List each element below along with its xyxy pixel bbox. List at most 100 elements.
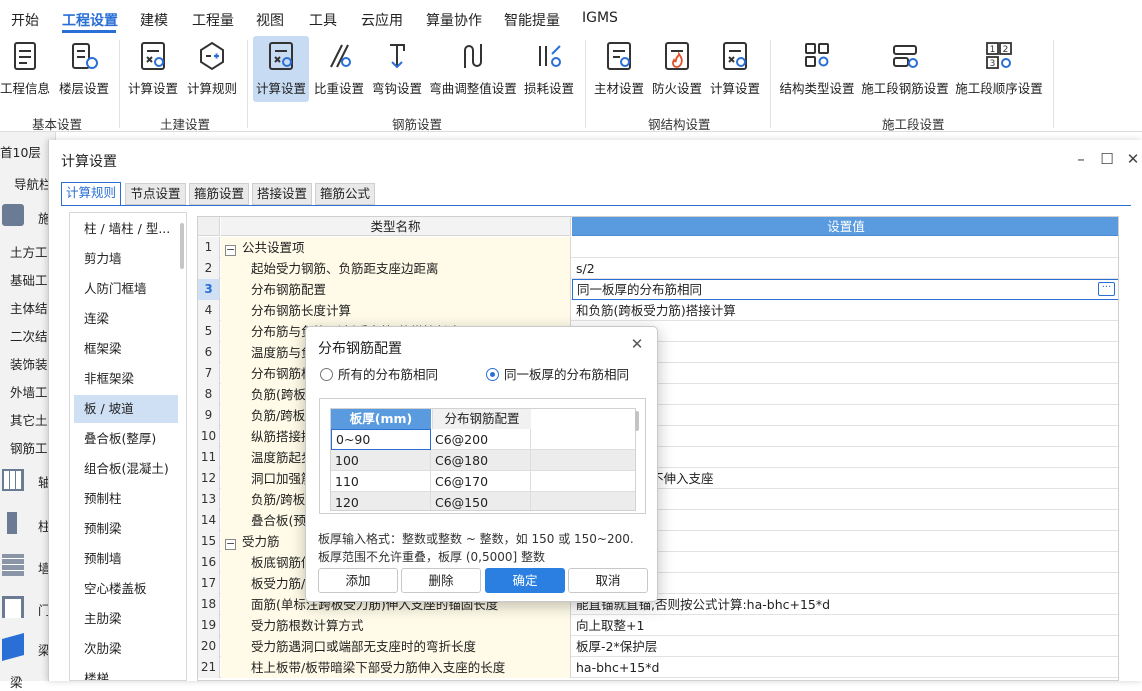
construction-stage-order-button[interactable]: 123 施工段顺序设置 bbox=[953, 36, 1045, 102]
component-item[interactable]: 预制墙 bbox=[74, 545, 178, 573]
thickness-row[interactable]: 100 C6@180 bbox=[331, 450, 635, 471]
loss-settings-button[interactable]: 损耗设置 bbox=[522, 36, 576, 102]
close-button[interactable]: ✕ bbox=[1122, 148, 1142, 170]
thickness-row[interactable]: 0~90 C6@200 bbox=[331, 429, 635, 450]
thickness-table-scrollbar[interactable] bbox=[635, 411, 639, 431]
rebar-config-cell[interactable]: C6@150 bbox=[432, 492, 531, 510]
table-row[interactable]: 3 分布钢筋配置 同一板厚的分布筋相同 ··· bbox=[198, 279, 1118, 300]
setting-value-cell[interactable]: 向上取整+1 bbox=[572, 615, 1118, 636]
menu-project-settings[interactable]: 工程设置 bbox=[62, 10, 118, 30]
tab-stirrup-formula[interactable]: 箍筋公式 bbox=[315, 183, 375, 205]
component-item[interactable]: 预制梁 bbox=[74, 515, 178, 543]
nav-item[interactable]: 钢筋工 bbox=[10, 438, 48, 457]
bend-adjust-settings-button[interactable]: 弯曲调整值设置 bbox=[428, 36, 518, 102]
tab-lap-settings[interactable]: 搭接设置 bbox=[252, 183, 312, 205]
cancel-button[interactable]: 取消 bbox=[568, 568, 648, 593]
menu-active-indicator bbox=[62, 30, 116, 33]
component-item[interactable]: 主肋梁 bbox=[74, 605, 178, 633]
nav-item[interactable]: 主体结 bbox=[10, 298, 48, 317]
menu-cloud[interactable]: 云应用 bbox=[361, 10, 403, 30]
dialog-close-icon[interactable]: ✕ bbox=[627, 334, 647, 354]
project-info-button[interactable]: 工程信息 bbox=[0, 36, 50, 102]
tab-calc-rules[interactable]: 计算规则 bbox=[61, 182, 121, 206]
setting-value-cell[interactable]: 板厚-2*保护层 bbox=[572, 636, 1118, 657]
fireproof-settings-button[interactable]: 防火设置 bbox=[650, 36, 704, 102]
setting-value-cell[interactable]: ha-bhc+15*d bbox=[572, 657, 1118, 678]
civil-calc-settings-button[interactable]: 计算设置 bbox=[126, 36, 180, 102]
tab-node-settings[interactable]: 节点设置 bbox=[125, 183, 186, 205]
component-item[interactable]: 柱 / 墙柱 / 型... bbox=[74, 215, 178, 243]
component-item[interactable]: 叠合板(整厚) bbox=[74, 425, 178, 453]
menu-tools[interactable]: 工具 bbox=[309, 10, 337, 30]
table-row[interactable]: 2 起始受力钢筋、负筋距支座边距离 s/2 bbox=[198, 258, 1118, 279]
component-item[interactable]: 剪力墙 bbox=[74, 245, 178, 273]
component-item[interactable]: 连梁 bbox=[74, 305, 178, 333]
calc-rules-button[interactable]: 计算规则 bbox=[184, 36, 240, 102]
component-item[interactable]: 楼梯 bbox=[74, 665, 178, 680]
thickness-cell[interactable]: 120 bbox=[331, 492, 431, 510]
floor-selector[interactable]: 首10层 bbox=[0, 142, 41, 161]
hook-settings-button[interactable]: 弯钩设置 bbox=[370, 36, 424, 102]
menu-quantity[interactable]: 工程量 bbox=[192, 10, 234, 30]
component-list-scrollbar[interactable] bbox=[180, 223, 184, 269]
thickness-cell[interactable]: 100 bbox=[331, 450, 431, 471]
rebar-calc-settings-button[interactable]: 计算设置 bbox=[253, 36, 309, 102]
rebar-config-cell[interactable]: C6@180 bbox=[432, 450, 531, 471]
nav-item[interactable]: 装饰装 bbox=[10, 354, 48, 373]
menu-view[interactable]: 视图 bbox=[256, 10, 284, 30]
table-row[interactable]: 19 受力筋根数计算方式 向上取整+1 bbox=[198, 615, 1118, 636]
radio-same-thickness[interactable]: 同一板厚的分布筋相同 bbox=[486, 367, 629, 383]
steel-calc-settings-button[interactable]: 计算设置 bbox=[708, 36, 762, 102]
menu-start[interactable]: 开始 bbox=[11, 10, 39, 30]
minimize-button[interactable]: – bbox=[1070, 148, 1092, 170]
rebar-config-cell[interactable]: C6@200 bbox=[432, 429, 531, 450]
tab-stirrup-settings[interactable]: 箍筋设置 bbox=[189, 183, 249, 205]
component-item[interactable]: 预制柱 bbox=[74, 485, 178, 513]
table-row[interactable]: 21 柱上板带/板带暗梁下部受力筋伸入支座的长度 ha-bhc+15*d bbox=[198, 657, 1118, 678]
maximize-button[interactable]: ☐ bbox=[1096, 148, 1118, 170]
menu-modeling[interactable]: 建模 bbox=[140, 10, 168, 30]
menu-igms[interactable]: IGMS bbox=[582, 10, 618, 26]
nav-item[interactable]: 其它土 bbox=[10, 410, 48, 429]
setting-value-cell[interactable]: 和负筋(跨板受力筋)搭接计算 bbox=[572, 300, 1118, 321]
floor-settings-button[interactable]: 楼层设置 bbox=[56, 36, 112, 102]
radio-all-same[interactable]: 所有的分布筋相同 bbox=[320, 367, 438, 383]
nav-item[interactable]: 梁 bbox=[10, 672, 23, 691]
thickness-cell[interactable]: 110 bbox=[331, 471, 431, 492]
nav-item[interactable]: 外墙工 bbox=[10, 382, 48, 401]
table-row[interactable]: 4 分布钢筋长度计算 和负筋(跨板受力筋)搭接计算 bbox=[198, 300, 1118, 321]
rebar-config-cell[interactable]: C6@170 bbox=[432, 471, 531, 492]
ok-button[interactable]: 确定 bbox=[485, 568, 565, 593]
construction-stage-rebar-icon bbox=[893, 45, 918, 68]
component-item[interactable]: 非框架梁 bbox=[74, 365, 178, 393]
thickness-row[interactable]: 120 C6@150 bbox=[331, 492, 635, 510]
menu-smart-extract[interactable]: 智能提量 bbox=[504, 10, 560, 30]
component-item[interactable]: 人防门框墙 bbox=[74, 275, 178, 303]
density-settings-button[interactable]: 比重设置 bbox=[312, 36, 366, 102]
add-button[interactable]: 添加 bbox=[318, 568, 398, 593]
row-number: 21 bbox=[198, 657, 220, 678]
nav-item[interactable]: 基础工 bbox=[10, 270, 48, 289]
thickness-cell[interactable]: 0~90 bbox=[331, 429, 431, 450]
component-item[interactable]: 板 / 坡道 bbox=[74, 395, 178, 423]
setting-value-cell[interactable]: 同一板厚的分布筋相同 ··· bbox=[572, 279, 1118, 300]
construction-stage-rebar-button[interactable]: 施工段钢筋设置 bbox=[861, 36, 949, 102]
component-item[interactable]: 框架梁 bbox=[74, 335, 178, 363]
component-item[interactable]: 空心楼盖板 bbox=[74, 575, 178, 603]
table-row[interactable]: 1− 公共设置项 bbox=[198, 237, 1118, 258]
delete-button[interactable]: 删除 bbox=[401, 568, 481, 593]
thickness-row[interactable]: 110 C6@170 bbox=[331, 471, 635, 492]
collapse-icon[interactable]: − bbox=[225, 244, 236, 256]
ellipsis-button[interactable]: ··· bbox=[1098, 282, 1115, 296]
nav-item[interactable]: 二次结 bbox=[10, 326, 48, 345]
collapse-icon[interactable]: − bbox=[225, 538, 236, 550]
structure-type-settings-button[interactable]: 结构类型设置 bbox=[777, 36, 857, 102]
table-row[interactable]: 20 受力筋遇洞口或端部无支座时的弯折长度 板厚-2*保护层 bbox=[198, 636, 1118, 657]
main-material-settings-button[interactable]: 主材设置 bbox=[592, 36, 646, 102]
component-item[interactable]: 组合板(混凝土) bbox=[74, 455, 178, 483]
nav-item[interactable]: 土方工 bbox=[10, 242, 48, 261]
setting-value-cell[interactable] bbox=[572, 237, 1118, 258]
component-item[interactable]: 次肋梁 bbox=[74, 635, 178, 663]
setting-value-cell[interactable]: s/2 bbox=[572, 258, 1118, 279]
menu-collaboration[interactable]: 算量协作 bbox=[426, 10, 482, 30]
